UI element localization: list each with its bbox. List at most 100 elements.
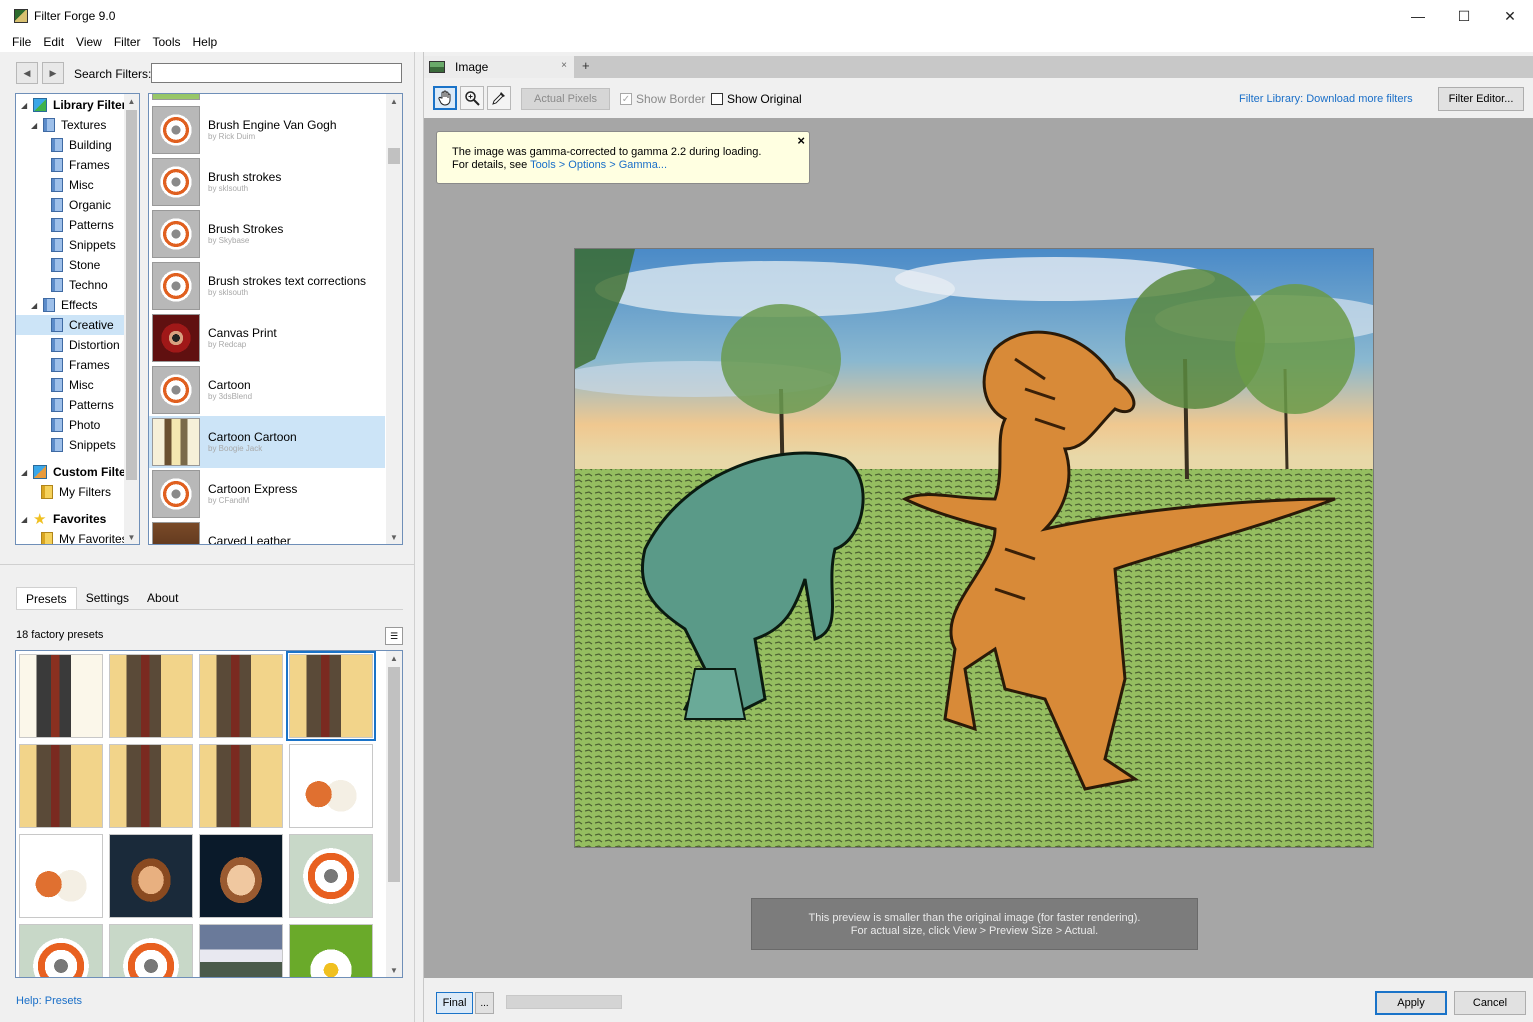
scroll-thumb[interactable]: [126, 110, 137, 480]
preset-thumbnail[interactable]: [19, 654, 103, 738]
tree-item-creative[interactable]: Creative: [16, 315, 124, 335]
category-tree[interactable]: ◢ Library Filters ◢ Textures Building Fram…: [15, 93, 140, 545]
tree-item-techno[interactable]: Techno: [49, 275, 108, 295]
tree-item-misc[interactable]: Misc: [49, 375, 94, 395]
maximize-button[interactable]: ☐: [1441, 0, 1487, 32]
preset-thumbnail-selected[interactable]: [286, 651, 376, 741]
minimize-button[interactable]: —: [1395, 0, 1441, 32]
tree-item-misc[interactable]: Misc: [49, 175, 94, 195]
filter-item[interactable]: Cartoon Express by CFandM: [149, 468, 385, 520]
tree-item-frames[interactable]: Frames: [49, 355, 110, 375]
preset-thumbnail[interactable]: [109, 834, 193, 918]
filter-item[interactable]: Brush strokes text corrections by sklsou…: [149, 260, 385, 312]
menu-view[interactable]: View: [70, 32, 108, 52]
actual-pixels-button[interactable]: Actual Pixels: [521, 88, 610, 110]
preset-thumbnail[interactable]: [19, 834, 103, 918]
final-render-button[interactable]: Final: [436, 992, 473, 1014]
preset-thumbnail[interactable]: [199, 834, 283, 918]
collapse-icon[interactable]: ◢: [31, 121, 41, 130]
filter-item[interactable]: Canvas Print by Redcap: [149, 312, 385, 364]
tree-item-patterns[interactable]: Patterns: [49, 215, 114, 235]
tree-scrollbar[interactable]: ▲ ▼: [124, 94, 139, 544]
scroll-down-icon[interactable]: ▼: [386, 963, 402, 977]
tree-item-distortion[interactable]: Distortion: [49, 335, 120, 355]
scroll-down-icon[interactable]: ▼: [124, 530, 139, 544]
collapse-icon[interactable]: ◢: [31, 301, 41, 310]
forward-button[interactable]: ▶: [42, 62, 64, 84]
tree-item-my-favorites[interactable]: My Favorites: [39, 529, 128, 544]
preset-thumbnail[interactable]: [19, 924, 103, 977]
filter-item[interactable]: Cartoon by 3dsBlend: [149, 364, 385, 416]
scroll-up-icon[interactable]: ▲: [124, 94, 139, 108]
tree-item-frames[interactable]: Frames: [49, 155, 110, 175]
preview-image[interactable]: [574, 248, 1374, 848]
preset-thumbnail[interactable]: [109, 744, 193, 828]
preset-thumbnail[interactable]: [199, 744, 283, 828]
preset-thumbnail[interactable]: [289, 924, 373, 977]
tree-item-effects[interactable]: ◢ Effects: [31, 295, 97, 315]
presets-scrollbar[interactable]: ▲ ▼: [386, 651, 402, 977]
filter-item[interactable]: Carved Leather: [149, 520, 385, 544]
tree-item-my-filters[interactable]: My Filters: [39, 482, 111, 502]
cancel-button[interactable]: Cancel: [1454, 991, 1526, 1015]
tab-image[interactable]: Image ×: [424, 56, 574, 78]
tree-item-snippets[interactable]: Snippets: [49, 435, 116, 455]
menu-tools[interactable]: Tools: [147, 32, 187, 52]
preset-thumbnail[interactable]: [109, 924, 193, 977]
back-button[interactable]: ◀: [16, 62, 38, 84]
preset-thumbnail[interactable]: [289, 744, 373, 828]
notice-close-icon[interactable]: ×: [797, 134, 805, 147]
scroll-thumb[interactable]: [388, 667, 400, 882]
tree-item-stone[interactable]: Stone: [49, 255, 100, 275]
filter-item[interactable]: Brush Engine Van Gogh by Rick Duim: [149, 104, 385, 156]
filter-list-scrollbar[interactable]: ▲ ▼: [386, 94, 402, 544]
scroll-down-icon[interactable]: ▼: [386, 530, 402, 544]
preset-thumbnail[interactable]: [19, 744, 103, 828]
tree-item-custom-filters[interactable]: ◢ Custom Filters: [21, 462, 137, 482]
preset-thumbnail[interactable]: [289, 834, 373, 918]
render-options-button[interactable]: ...: [475, 992, 494, 1014]
preset-thumbnail[interactable]: [109, 654, 193, 738]
tab-settings[interactable]: Settings: [77, 587, 138, 609]
tree-item-building[interactable]: Building: [49, 135, 112, 155]
help-presets-link[interactable]: Help: Presets: [16, 995, 82, 1007]
menu-file[interactable]: File: [6, 32, 37, 52]
menu-filter[interactable]: Filter: [108, 32, 147, 52]
apply-button[interactable]: Apply: [1375, 991, 1447, 1015]
filter-item-selected[interactable]: Cartoon Cartoon by Boogie Jack: [149, 416, 385, 468]
collapse-icon[interactable]: ◢: [21, 468, 31, 477]
show-border-checkbox[interactable]: ✓ Show Border: [620, 92, 705, 106]
collapse-icon[interactable]: ◢: [21, 515, 31, 524]
add-tab-button[interactable]: +: [582, 58, 590, 73]
presets-menu-button[interactable]: ☰: [385, 627, 403, 645]
filter-item[interactable]: Brush strokes by sklsouth: [149, 156, 385, 208]
filter-library-link[interactable]: Filter Library: Download more filters: [1239, 93, 1413, 105]
preview-canvas[interactable]: The image was gamma-corrected to gamma 2…: [424, 118, 1533, 978]
preset-thumbnail[interactable]: [199, 654, 283, 738]
hand-tool-button[interactable]: [433, 86, 457, 110]
close-button[interactable]: ✕: [1487, 0, 1533, 32]
filter-item[interactable]: Brush Strokes by Skybase: [149, 208, 385, 260]
preset-thumbnail[interactable]: [199, 924, 283, 977]
zoom-tool-button[interactable]: [460, 86, 484, 110]
scroll-thumb[interactable]: [388, 148, 400, 164]
tree-item-photo[interactable]: Photo: [49, 415, 100, 435]
tab-presets[interactable]: Presets: [16, 587, 77, 609]
collapse-icon[interactable]: ◢: [21, 101, 31, 110]
scroll-up-icon[interactable]: ▲: [386, 94, 402, 108]
tab-close-icon[interactable]: ×: [561, 60, 567, 71]
tree-item-snippets[interactable]: Snippets: [49, 235, 116, 255]
tree-item-patterns[interactable]: Patterns: [49, 395, 114, 415]
tab-about[interactable]: About: [138, 587, 187, 609]
search-input[interactable]: [151, 63, 402, 83]
tree-item-favorites[interactable]: ◢ ★ Favorites: [21, 509, 106, 529]
tree-item-library-filters[interactable]: ◢ Library Filters: [21, 95, 133, 115]
menu-edit[interactable]: Edit: [37, 32, 70, 52]
gamma-options-link[interactable]: Tools > Options > Gamma...: [530, 159, 667, 171]
filter-list[interactable]: Brush Engine Van Gogh by Rick Duim Brush…: [148, 93, 403, 545]
presets-grid[interactable]: ▲ ▼: [15, 650, 403, 978]
tree-item-organic[interactable]: Organic: [49, 195, 111, 215]
menu-help[interactable]: Help: [187, 32, 224, 52]
show-original-checkbox[interactable]: Show Original: [711, 92, 802, 106]
scroll-up-icon[interactable]: ▲: [386, 651, 402, 665]
